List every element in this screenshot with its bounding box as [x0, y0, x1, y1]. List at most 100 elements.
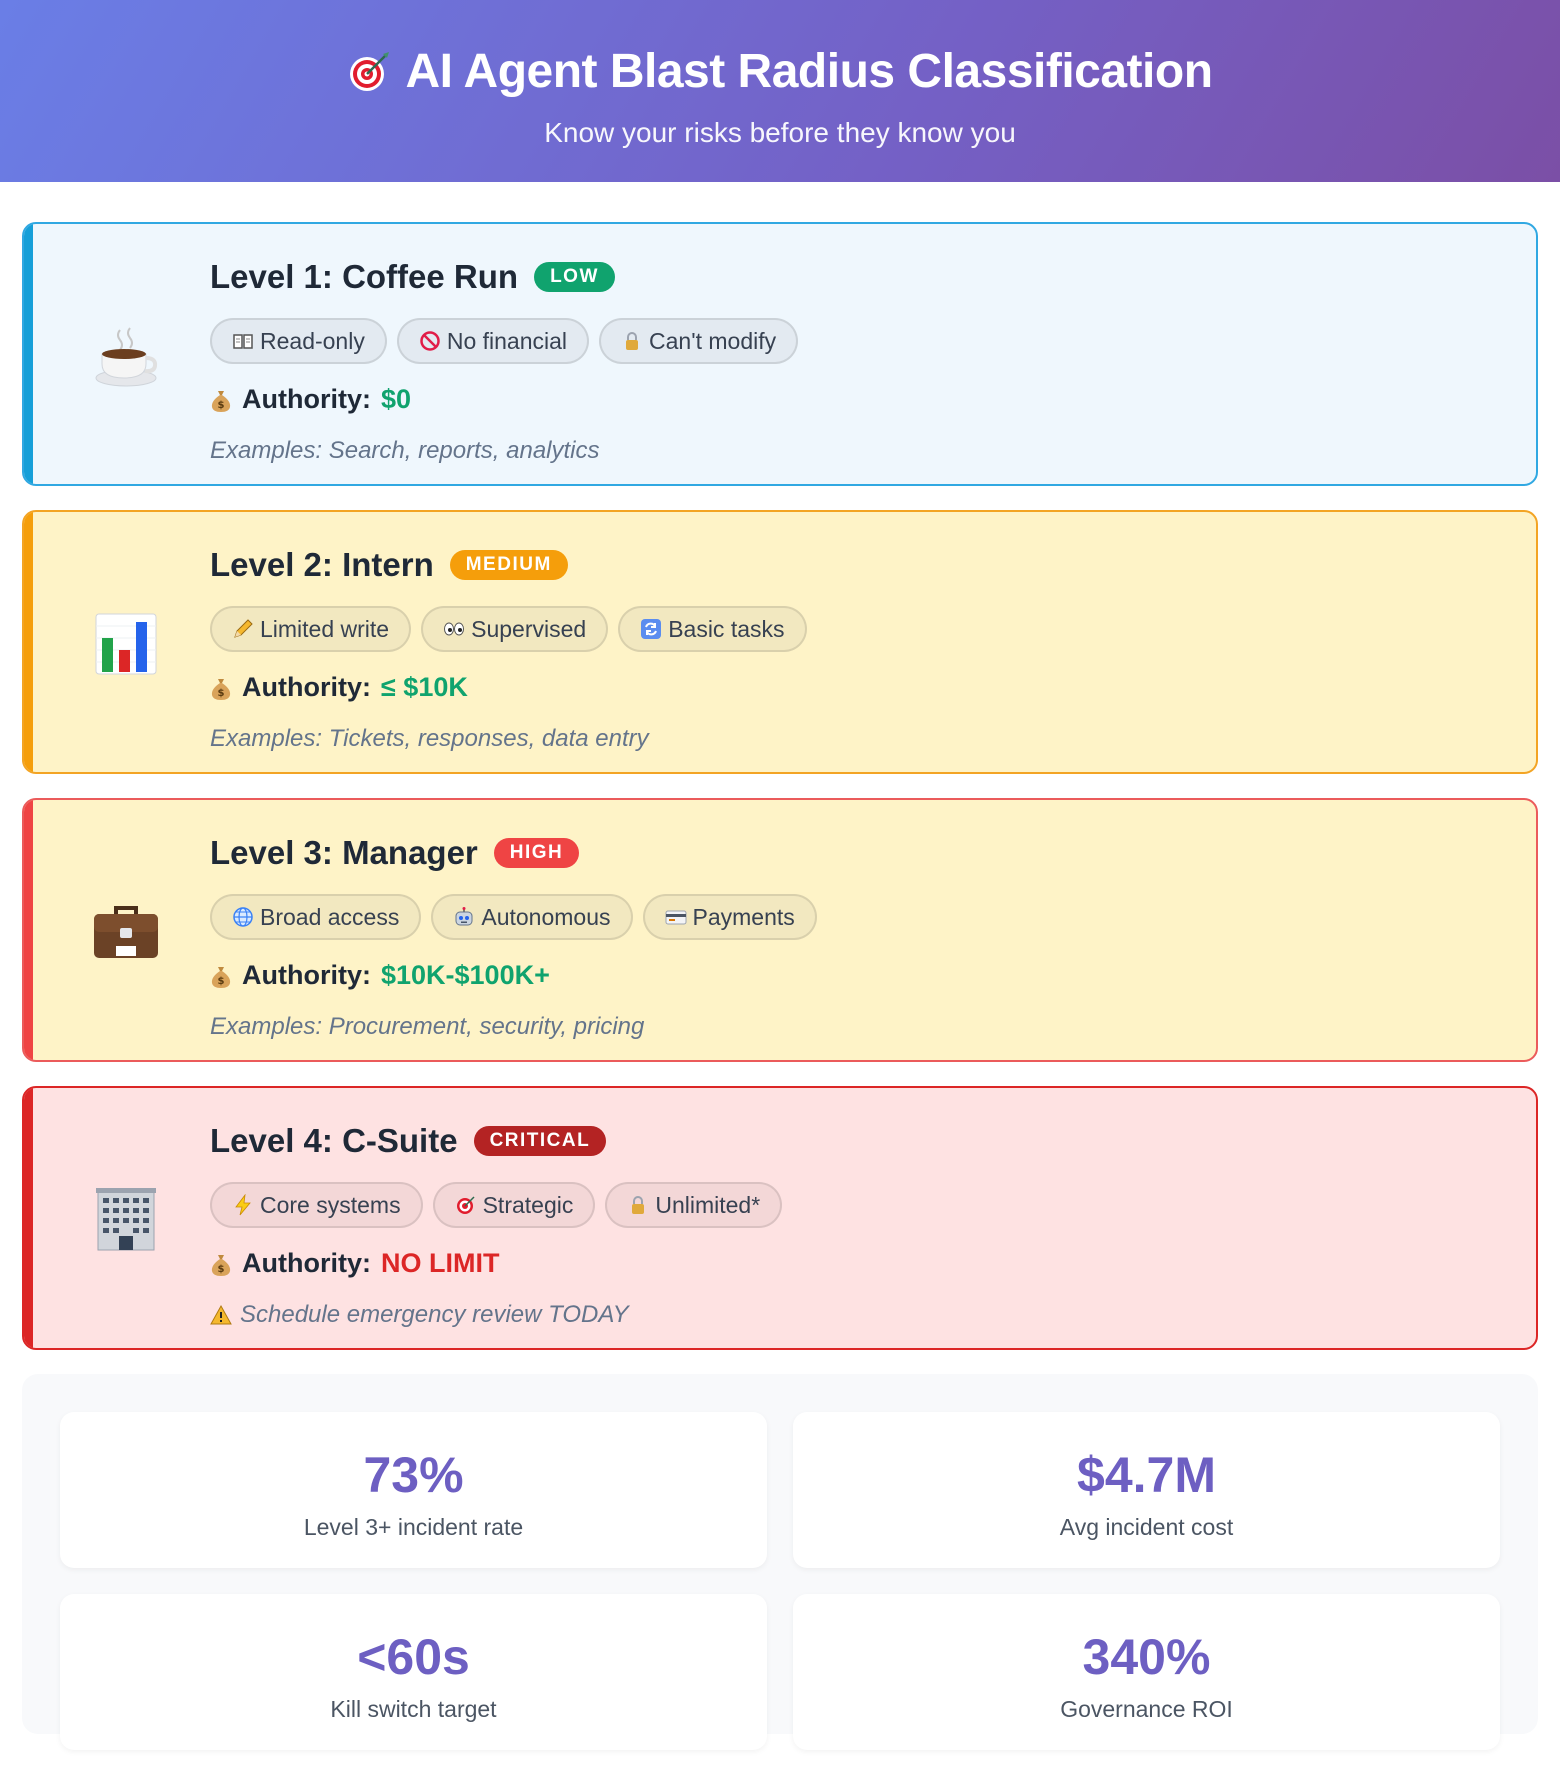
- examples-label: Examples: Tickets, responses, data entry: [210, 725, 649, 752]
- tag-label: Autonomous: [481, 903, 611, 930]
- tag: Can't modify: [599, 318, 799, 364]
- lock-icon: [626, 332, 639, 350]
- level-stripe: [24, 512, 33, 772]
- level-title: Level 2: Intern: [210, 546, 434, 583]
- examples-label: Examples: Search, reports, analytics: [210, 437, 600, 464]
- authority-row: $ Authority: NO LIMIT: [210, 1248, 1516, 1279]
- coffee-icon: [95, 327, 158, 387]
- stat-caption: Avg incident cost: [1059, 1514, 1234, 1540]
- authority-row: $ Authority: $10K-$100K+: [210, 960, 1516, 991]
- tag: Basic tasks: [618, 606, 807, 652]
- tag: Payments: [642, 894, 817, 940]
- tag-label: Payments: [692, 903, 795, 930]
- examples-text: Examples: Procurement, security, pricing: [210, 1013, 1516, 1041]
- capability-tags: Broad access Autonomous Payments: [210, 894, 1516, 940]
- capability-tags: Core systems Strategic Unlimited*: [210, 1182, 1516, 1228]
- risk-badge: LOW: [534, 262, 615, 292]
- warning-label: Schedule emergency review TODAY: [240, 1301, 629, 1328]
- book-icon: [233, 334, 253, 349]
- authority-label: Authority:: [242, 960, 371, 990]
- stat-value: 73%: [363, 1447, 464, 1503]
- stat-value: <60s: [357, 1629, 470, 1685]
- eyes-icon: [444, 622, 465, 636]
- bar-chart-icon: [95, 613, 157, 675]
- target-icon: [350, 51, 390, 91]
- svg-text:$: $: [218, 976, 225, 987]
- svg-text:$: $: [218, 688, 225, 699]
- stat-value: $4.7M: [1077, 1447, 1216, 1503]
- level-title: Level 4: C-Suite: [210, 1122, 458, 1159]
- stat-caption: Kill switch target: [330, 1696, 497, 1722]
- tag-label: Core systems: [260, 1191, 401, 1218]
- money-bag-icon: $: [211, 390, 231, 412]
- tag: Supervised: [421, 606, 609, 652]
- examples-text: Examples: Search, reports, analytics: [210, 437, 1516, 465]
- svg-text:$: $: [218, 400, 225, 411]
- stat-card: 73% Level 3+ incident rate: [60, 1412, 767, 1568]
- authority-row: $ Authority: $0: [210, 384, 1516, 415]
- authority-value: ≤ $10K: [380, 672, 468, 702]
- capability-tags: Limited write Supervised Basic tasks: [210, 606, 1516, 652]
- tag: Read-only: [210, 318, 387, 364]
- level-title: Level 3: Manager: [210, 834, 478, 871]
- office-building-icon: [96, 1188, 156, 1251]
- target-icon: [456, 1196, 475, 1214]
- tag: Autonomous: [431, 894, 633, 940]
- stat-caption: Governance ROI: [1060, 1696, 1233, 1722]
- tag: No financial: [396, 318, 590, 364]
- authority-label: Authority:: [242, 384, 371, 414]
- tag: Broad access: [210, 894, 422, 940]
- money-bag-icon: $: [211, 1254, 231, 1276]
- svg-text:$: $: [218, 1264, 225, 1275]
- risk-badge: HIGH: [493, 838, 580, 868]
- page-title: AI Agent Blast Radius Classification: [0, 44, 1560, 99]
- level-title: Level 1: Coffee Run: [210, 258, 519, 295]
- authority-value: NO LIMIT: [380, 1248, 500, 1278]
- no-entry-icon: [420, 331, 440, 351]
- tag-label: Basic tasks: [668, 615, 785, 642]
- stat-value: 340%: [1082, 1629, 1211, 1685]
- refresh-icon: [641, 619, 662, 639]
- level-card-3: Level 3: Manager HIGH Broad access Auton…: [22, 798, 1538, 1062]
- page-title-text: AI Agent Blast Radius Classification: [405, 45, 1213, 98]
- lightning-icon: [235, 1194, 251, 1216]
- authority-value: $10K-$100K+: [380, 960, 550, 990]
- tag-label: Supervised: [471, 615, 587, 642]
- warning-icon: [210, 1304, 232, 1325]
- lock-icon: [632, 1196, 645, 1214]
- tag: Unlimited*: [605, 1182, 783, 1228]
- tag-label: Limited write: [260, 615, 390, 642]
- level-stripe: [24, 800, 33, 1060]
- globe-icon: [233, 907, 253, 927]
- authority-label: Authority:: [242, 672, 371, 702]
- level-stripe: [24, 224, 33, 484]
- tag-label: Read-only: [260, 327, 365, 354]
- examples-label: Examples: Procurement, security, pricing: [210, 1013, 645, 1040]
- tag: Core systems: [210, 1182, 423, 1228]
- page-header: AI Agent Blast Radius Classification Kno…: [0, 0, 1560, 182]
- risk-badge: MEDIUM: [449, 550, 568, 580]
- level-card-1: Level 1: Coffee Run LOW Read-only No fin…: [22, 222, 1538, 486]
- pencil-icon: [234, 619, 253, 638]
- stat-caption: Level 3+ incident rate: [303, 1514, 524, 1540]
- tag-label: Broad access: [260, 903, 400, 930]
- risk-badge: CRITICAL: [473, 1126, 607, 1156]
- tag-label: Unlimited*: [655, 1191, 761, 1218]
- examples-text: Examples: Tickets, responses, data entry: [210, 725, 1516, 753]
- robot-icon: [455, 907, 473, 926]
- authority-row: $ Authority: ≤ $10K: [210, 672, 1516, 703]
- tag-label: Can't modify: [649, 327, 777, 354]
- level-card-4: Level 4: C-Suite CRITICAL Core systems S…: [22, 1086, 1538, 1350]
- stat-card: <60s Kill switch target: [60, 1594, 767, 1750]
- briefcase-icon: [94, 906, 158, 958]
- level-card-2: Level 2: Intern MEDIUM Limited write Sup…: [22, 510, 1538, 774]
- page-subtitle: Know your risks before they know you: [544, 117, 1016, 148]
- stat-card: 340% Governance ROI: [793, 1594, 1500, 1750]
- warning-text: Schedule emergency review TODAY: [210, 1301, 1516, 1329]
- levels-list: Level 1: Coffee Run LOW Read-only No fin…: [0, 182, 1560, 1350]
- money-bag-icon: $: [211, 966, 231, 988]
- capability-tags: Read-only No financial Can't modify: [210, 318, 1516, 364]
- tag: Strategic: [432, 1182, 596, 1228]
- stat-card: $4.7M Avg incident cost: [793, 1412, 1500, 1568]
- tag: Limited write: [210, 606, 412, 652]
